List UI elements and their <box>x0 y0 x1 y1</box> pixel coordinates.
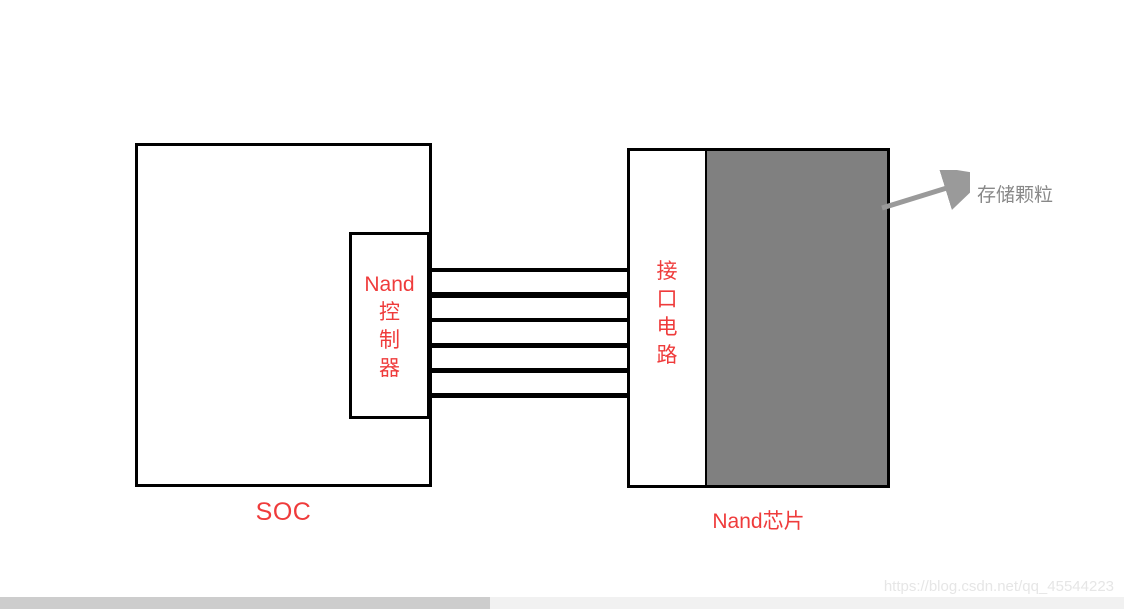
nand-storage-die <box>707 151 887 485</box>
bus-line <box>430 268 632 272</box>
nand-chip-caption: Nand芯片 <box>712 510 805 533</box>
bus-line <box>430 343 632 348</box>
horizontal-scrollbar-thumb[interactable] <box>0 597 490 609</box>
callout-arrow-icon <box>881 170 970 211</box>
nand-controller-label-line-0: Nand <box>364 273 415 296</box>
bus-line <box>430 368 632 373</box>
diagram-canvas: Nand 控 制 器 SOC 接 口 电 路 Nand芯片 存储颗粒 https… <box>0 0 1124 609</box>
storage-granule-callout-label: 存储颗粒 <box>977 185 1054 206</box>
interface-circuit-label-line-0: 接 <box>656 260 678 283</box>
interface-circuit-label-line-3: 路 <box>656 344 678 367</box>
bus-line <box>430 292 632 298</box>
interface-circuit-label-line-2: 电 <box>656 316 678 339</box>
nand-controller-label: Nand 控 制 器 <box>352 271 427 383</box>
watermark-text: https://blog.csdn.net/qq_45544223 <box>883 578 1114 595</box>
interface-circuit-label-line-1: 口 <box>656 288 678 311</box>
nand-controller-label-line-2: 制 <box>379 329 400 352</box>
soc-caption: SOC <box>255 498 312 526</box>
interface-circuit-label: 接 口 电 路 <box>630 258 704 370</box>
nand-controller-label-line-1: 控 <box>379 301 400 324</box>
bus-line <box>430 318 632 322</box>
nand-controller-block: Nand 控 制 器 <box>349 232 430 419</box>
bus-line <box>430 393 632 398</box>
nand-controller-label-line-3: 器 <box>379 357 400 380</box>
